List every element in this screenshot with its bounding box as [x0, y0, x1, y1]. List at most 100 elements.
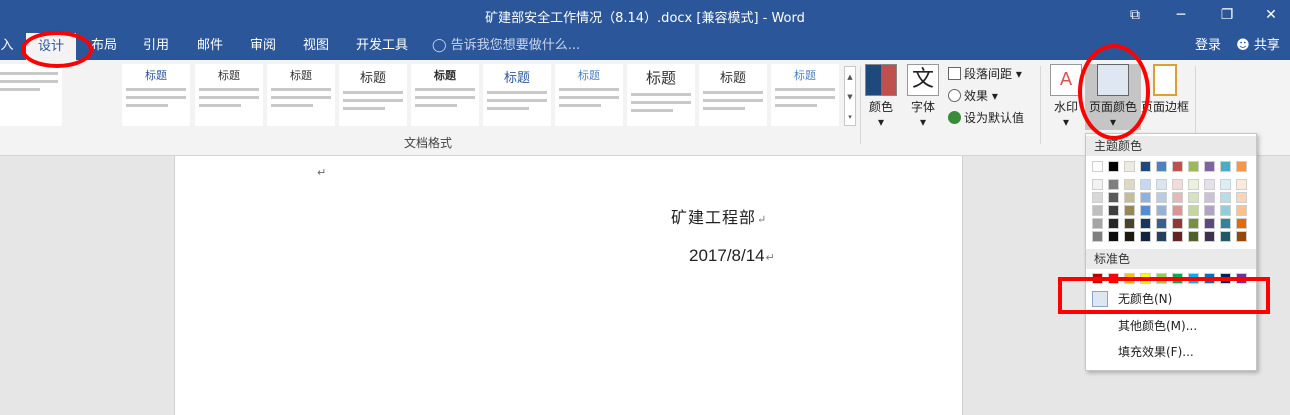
style-set-item[interactable]: 标题 — [483, 64, 551, 126]
theme-color-swatch[interactable] — [1236, 161, 1247, 172]
theme-shade-swatch[interactable] — [1220, 231, 1231, 242]
style-set-item[interactable]: 标题 — [122, 64, 190, 126]
style-set-item[interactable]: 标题 — [555, 64, 623, 126]
theme-shade-swatch[interactable] — [1140, 192, 1151, 203]
theme-shade-swatch[interactable] — [1108, 192, 1119, 203]
theme-shade-swatch[interactable] — [1108, 231, 1119, 242]
style-set-item[interactable] — [0, 64, 62, 126]
theme-shade-swatch[interactable] — [1220, 205, 1231, 216]
theme-shade-swatch[interactable] — [1140, 231, 1151, 242]
fill-effects-item[interactable]: 填充效果(F)... — [1086, 340, 1256, 364]
theme-shade-swatch[interactable] — [1156, 179, 1167, 190]
theme-shade-swatch[interactable] — [1172, 218, 1183, 229]
tab-review[interactable]: 审阅 — [243, 31, 283, 60]
theme-color-swatch[interactable] — [1220, 161, 1231, 172]
theme-shade-swatch[interactable] — [1156, 205, 1167, 216]
theme-shade-swatch[interactable] — [1124, 231, 1135, 242]
title-bar: 矿建部安全工作情况（8.14）.docx [兼容模式] - Word ⧉ ─ ❐… — [0, 0, 1290, 31]
theme-color-swatch[interactable] — [1188, 161, 1199, 172]
sign-in-link[interactable]: 登录 — [1190, 31, 1226, 60]
more-colors-item[interactable]: 其他颜色(M)... — [1086, 314, 1256, 338]
theme-shade-swatch[interactable] — [1172, 192, 1183, 203]
theme-shade-swatch[interactable] — [1092, 192, 1103, 203]
document-line: 矿建工程部↵ — [671, 208, 768, 227]
style-set-item[interactable]: 标题 — [411, 64, 479, 126]
theme-shade-swatch[interactable] — [1092, 179, 1103, 190]
theme-shade-swatch[interactable] — [1092, 231, 1103, 242]
theme-shade-swatch[interactable] — [1204, 192, 1215, 203]
theme-color-swatch[interactable] — [1172, 161, 1183, 172]
standard-colors-header: 标准色 — [1086, 249, 1256, 269]
theme-shade-swatch[interactable] — [1204, 205, 1215, 216]
document-page[interactable]: ↵ 矿建工程部↵ 2017/8/14↵ — [174, 156, 963, 415]
theme-shade-swatch[interactable] — [1172, 205, 1183, 216]
style-set-item[interactable]: 标题 — [627, 64, 695, 126]
theme-color-swatch[interactable] — [1124, 161, 1135, 172]
tab-insert[interactable]: 入 — [0, 31, 14, 60]
theme-shade-swatch[interactable] — [1188, 205, 1199, 216]
theme-shade-swatch[interactable] — [1156, 192, 1167, 203]
close-button[interactable]: ✕ — [1248, 0, 1290, 31]
theme-shade-swatch[interactable] — [1140, 218, 1151, 229]
fonts-button[interactable]: 文 字体 ▾ — [900, 64, 946, 130]
tell-me-box[interactable]: ◯ 告诉我您想要做什么... — [432, 31, 580, 60]
ribbon-display-options-icon[interactable]: ⧉ — [1112, 0, 1158, 31]
theme-color-swatch[interactable] — [1140, 161, 1151, 172]
theme-shade-swatch[interactable] — [1220, 192, 1231, 203]
theme-shade-swatch[interactable] — [1204, 179, 1215, 190]
tab-view[interactable]: 视图 — [296, 31, 336, 60]
theme-shade-swatch[interactable] — [1156, 231, 1167, 242]
theme-shade-swatch[interactable] — [1108, 205, 1119, 216]
effects-button[interactable]: 效果 ▾ — [948, 86, 998, 106]
restore-button[interactable]: ❐ — [1204, 0, 1250, 31]
theme-shade-swatch[interactable] — [1188, 231, 1199, 242]
theme-shade-swatch[interactable] — [1108, 179, 1119, 190]
theme-shade-swatch[interactable] — [1156, 218, 1167, 229]
theme-shade-swatch[interactable] — [1124, 179, 1135, 190]
theme-shade-swatch[interactable] — [1188, 179, 1199, 190]
theme-shade-swatch[interactable] — [1172, 179, 1183, 190]
gallery-scroll[interactable]: ▲ ▼ ▾ — [844, 66, 856, 126]
theme-shade-swatch[interactable] — [1092, 205, 1103, 216]
theme-shade-swatch[interactable] — [1124, 205, 1135, 216]
tell-me-text: 告诉我您想要做什么... — [450, 38, 581, 53]
style-set-item[interactable]: 标题 — [267, 64, 335, 126]
theme-shade-swatch[interactable] — [1092, 218, 1103, 229]
theme-shade-swatch[interactable] — [1140, 205, 1151, 216]
theme-shade-swatch[interactable] — [1108, 218, 1119, 229]
highlight-oval — [21, 31, 93, 68]
theme-shade-swatch[interactable] — [1220, 218, 1231, 229]
style-set-item[interactable]: 标题 — [699, 64, 767, 126]
style-set-item[interactable]: 标题 — [771, 64, 839, 126]
theme-shade-swatch[interactable] — [1124, 192, 1135, 203]
theme-color-swatch[interactable] — [1204, 161, 1215, 172]
set-as-default-button[interactable]: 设为默认值 — [948, 108, 1024, 128]
tab-mailings[interactable]: 邮件 — [190, 31, 230, 60]
theme-shade-swatch[interactable] — [1124, 218, 1135, 229]
checkmark-icon — [948, 111, 961, 124]
theme-color-swatch[interactable] — [1092, 161, 1103, 172]
theme-shade-swatch[interactable] — [1204, 231, 1215, 242]
theme-shade-swatch[interactable] — [1236, 231, 1247, 242]
minimize-button[interactable]: ─ — [1158, 0, 1204, 31]
style-set-item[interactable]: 标题 — [339, 64, 407, 126]
colors-button[interactable]: 颜色 ▾ — [858, 64, 904, 130]
paragraph-spacing-button[interactable]: 段落间距 ▾ — [948, 64, 1022, 84]
theme-color-swatch[interactable] — [1156, 161, 1167, 172]
theme-shade-swatch[interactable] — [1188, 192, 1199, 203]
theme-shade-swatch[interactable] — [1236, 218, 1247, 229]
tab-references[interactable]: 引用 — [136, 31, 176, 60]
theme-shade-swatch[interactable] — [1188, 218, 1199, 229]
share-button[interactable]: ☻ 共享 — [1232, 31, 1284, 60]
style-set-item[interactable]: 标题 — [195, 64, 263, 126]
theme-shade-swatch[interactable] — [1236, 205, 1247, 216]
theme-shade-swatch[interactable] — [1204, 218, 1215, 229]
theme-color-swatch[interactable] — [1108, 161, 1119, 172]
theme-shade-swatch[interactable] — [1236, 179, 1247, 190]
theme-shade-swatch[interactable] — [1140, 179, 1151, 190]
theme-shade-swatch[interactable] — [1236, 192, 1247, 203]
theme-shade-swatch[interactable] — [1172, 231, 1183, 242]
theme-shade-swatch[interactable] — [1220, 179, 1231, 190]
highlight-oval — [1078, 44, 1150, 140]
tab-developer[interactable]: 开发工具 — [350, 31, 414, 60]
